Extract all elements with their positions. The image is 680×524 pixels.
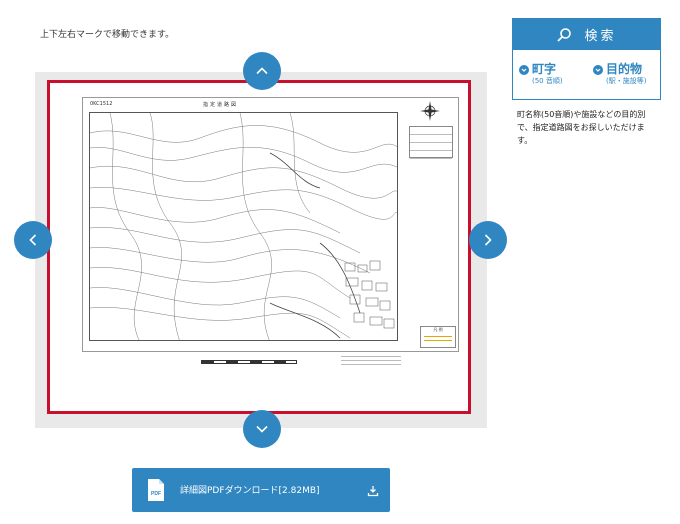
- search-option-label: 目的物: [606, 62, 643, 76]
- chevron-down-icon: [256, 425, 268, 433]
- chevron-right-icon: [484, 234, 492, 246]
- navigation-instruction: 上下左右マークで移動できます。: [40, 30, 175, 40]
- move-right-button[interactable]: [469, 221, 507, 259]
- search-header: 検索: [513, 19, 660, 50]
- search-by-landmark-button[interactable]: 目的物 (駅・施設等): [589, 59, 659, 87]
- pdf-badge: PDF: [151, 491, 161, 497]
- move-down-button[interactable]: [243, 410, 281, 448]
- search-option-note: (駅・施設等): [606, 77, 647, 85]
- move-up-button[interactable]: [243, 52, 281, 90]
- chevron-down-icon: [521, 68, 527, 72]
- search-option-label: 町字: [532, 62, 557, 76]
- search-icon: [557, 27, 572, 42]
- search-title: 検索: [584, 29, 617, 44]
- pdf-download-button[interactable]: PDF 詳細図PDFダウンロード[2.82MB]: [132, 468, 390, 512]
- search-panel: 検索 町字 (50 音順) 目的物 (駅・施設等): [512, 18, 661, 100]
- current-view-frame: [47, 80, 471, 414]
- download-icon: [367, 486, 379, 497]
- chevron-up-icon: [256, 67, 268, 75]
- search-by-town-button[interactable]: 町字 (50 音順): [515, 59, 585, 87]
- search-option-note: (50 音順): [532, 77, 563, 85]
- search-description: 町名称(50音順)や施設などの目的別で、指定道路図をお探しいただけます。: [517, 110, 646, 145]
- chevron-down-icon: [595, 68, 601, 72]
- pdf-file-icon: PDF: [148, 479, 164, 501]
- chevron-left-icon: [29, 234, 37, 246]
- pdf-download-label: 詳細図PDFダウンロード[2.82MB]: [180, 486, 320, 496]
- move-left-button[interactable]: [14, 221, 52, 259]
